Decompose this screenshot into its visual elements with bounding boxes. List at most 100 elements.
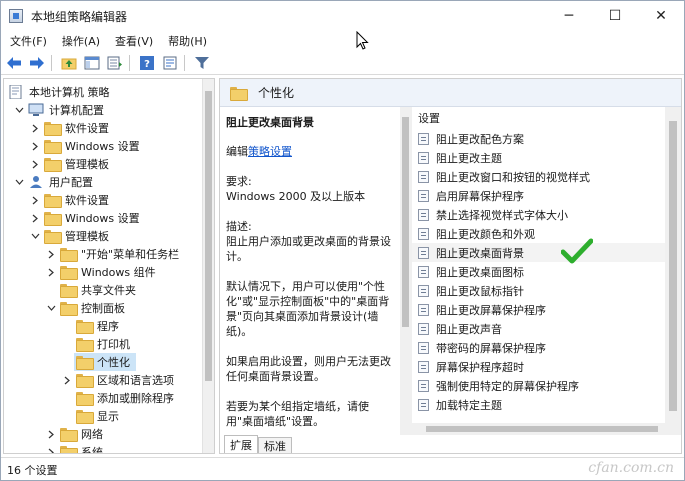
folder-icon <box>44 212 62 226</box>
menu-action[interactable]: 操作(A) <box>62 33 100 49</box>
setting-row[interactable]: 阻止更改颜色和外观 <box>412 224 665 243</box>
tree-item-user-software-settings[interactable]: 软件设置 <box>30 191 109 209</box>
tree-item-control-panel[interactable]: 控制面板 <box>46 299 125 317</box>
description-scrollbar-thumb[interactable] <box>402 117 409 327</box>
tree-item-software-settings[interactable]: 软件设置 <box>30 119 109 137</box>
tree-item-user-admin-templates[interactable]: 管理模板 <box>30 227 109 245</box>
export-list-icon[interactable] <box>105 53 125 73</box>
settings-vertical-scrollbar-thumb[interactable] <box>669 121 677 411</box>
setting-row[interactable]: 带密码的屏幕保护程序 <box>412 338 665 357</box>
setting-row[interactable]: 阻止更改鼠标指针 <box>412 281 665 300</box>
chevron-right-icon[interactable] <box>30 159 40 169</box>
chevron-right-icon[interactable] <box>46 267 56 277</box>
chevron-down-icon[interactable] <box>14 177 24 187</box>
tree-item-programs[interactable]: 程序 <box>76 317 119 335</box>
show-hide-tree-icon[interactable] <box>82 53 102 73</box>
back-icon[interactable] <box>4 53 24 73</box>
tree-item-display[interactable]: 显示 <box>76 407 119 425</box>
settings-vertical-scrollbar[interactable] <box>665 107 681 423</box>
up-folder-icon[interactable] <box>59 53 79 73</box>
computer-icon <box>28 103 44 117</box>
chevron-right-icon[interactable] <box>30 213 40 223</box>
tree-item-personalization[interactable]: 个性化 <box>74 353 136 371</box>
tree-item-label: 打印机 <box>97 338 130 351</box>
description-text: 阻止用户添加或更改桌面的背景设计。 <box>226 235 391 263</box>
tree-item-user-windows-settings[interactable]: Windows 设置 <box>30 209 140 227</box>
setting-row[interactable]: 强制使用特定的屏幕保护程序 <box>412 376 665 395</box>
forward-icon[interactable] <box>27 53 47 73</box>
tree-item-printers[interactable]: 打印机 <box>76 335 130 353</box>
tree-item-windows-components[interactable]: Windows 组件 <box>46 263 156 281</box>
chevron-right-icon[interactable] <box>30 123 40 133</box>
setting-row[interactable]: 阻止更改屏幕保护程序 <box>412 300 665 319</box>
tree-item-add-remove-programs[interactable]: 添加或删除程序 <box>76 389 174 407</box>
chevron-right-icon[interactable] <box>30 195 40 205</box>
tree-item-start-menu-taskbar[interactable]: "开始"菜单和任务栏 <box>46 245 179 263</box>
gpedit-window: 本地组策略编辑器 ─ ☐ ✕ 文件(F) 操作(A) 查看(V) 帮助(H) ?… <box>0 0 685 481</box>
setting-row[interactable]: 阻止更改桌面图标 <box>412 262 665 281</box>
chevron-right-icon[interactable] <box>46 429 56 439</box>
settings-horizontal-scrollbar-thumb[interactable] <box>426 426 658 432</box>
window-title: 本地组策略编辑器 <box>31 9 128 24</box>
tree-item-region-language[interactable]: 区域和语言选项 <box>62 371 174 389</box>
menu-help[interactable]: 帮助(H) <box>168 33 207 49</box>
setting-row[interactable]: 启用屏幕保护程序 <box>412 186 665 205</box>
tree-item-computer-config[interactable]: 计算机配置 <box>14 101 104 119</box>
check-mark-icon <box>561 238 593 264</box>
menu-file[interactable]: 文件(F) <box>10 33 47 49</box>
tab-standard[interactable]: 标准 <box>258 437 292 453</box>
tree-item-label: Windows 设置 <box>65 212 140 225</box>
setting-label: 阻止更改屏幕保护程序 <box>436 303 546 317</box>
settings-list: 设置 阻止更改配色方案 阻止更改主题 阻止更改窗口和按钮的视觉样式 启用屏幕保护… <box>412 107 665 423</box>
setting-row[interactable]: 阻止更改主题 <box>412 148 665 167</box>
description-label: 描述: <box>226 220 252 233</box>
policy-tree[interactable]: 本地计算机 策略 计算机配置 软件设置 Windows 设置 管理模板 用户配置… <box>3 78 215 454</box>
edit-policy-link[interactable]: 策略设置 <box>248 145 292 158</box>
details-header: 个性化 <box>220 79 681 107</box>
chevron-down-icon[interactable] <box>30 231 40 241</box>
setting-row-selected[interactable]: 阻止更改桌面背景 <box>412 243 665 262</box>
filter-icon[interactable] <box>192 53 212 73</box>
setting-row[interactable]: 加载特定主题 <box>412 395 665 414</box>
chevron-right-icon[interactable] <box>46 249 56 259</box>
tree-item-label: 控制面板 <box>81 302 125 315</box>
setting-row[interactable]: 阻止更改配色方案 <box>412 129 665 148</box>
setting-label: 强制使用特定的屏幕保护程序 <box>436 379 579 393</box>
setting-row[interactable]: 阻止更改窗口和按钮的视觉样式 <box>412 167 665 186</box>
tree-item-windows-settings[interactable]: Windows 设置 <box>30 137 140 155</box>
tree-scrollbar[interactable] <box>202 79 214 453</box>
minimize-button[interactable]: ─ <box>546 1 592 31</box>
help-icon[interactable]: ? <box>137 53 157 73</box>
folder-icon <box>60 248 78 262</box>
policy-setting-icon <box>418 303 429 316</box>
tree-item-user-config[interactable]: 用户配置 <box>14 173 93 191</box>
description-scrollbar[interactable] <box>400 107 412 435</box>
menu-view[interactable]: 查看(V) <box>115 33 153 49</box>
folder-open-icon <box>76 356 94 370</box>
chevron-down-icon[interactable] <box>14 105 24 115</box>
setting-row[interactable]: 屏幕保护程序超时 <box>412 357 665 376</box>
close-button[interactable]: ✕ <box>638 1 684 31</box>
tree-item-shared-folders[interactable]: 共享文件夹 <box>60 281 136 299</box>
settings-column-header[interactable]: 设置 <box>412 107 665 129</box>
folder-icon <box>60 428 78 442</box>
tree-item-system[interactable]: 系统 <box>46 443 103 453</box>
chevron-right-icon[interactable] <box>46 447 56 453</box>
settings-horizontal-scrollbar[interactable] <box>412 423 681 435</box>
maximize-button[interactable]: ☐ <box>592 1 638 31</box>
requirements-label: 要求: <box>226 175 252 188</box>
chevron-right-icon[interactable] <box>62 375 72 385</box>
chevron-right-icon[interactable] <box>30 141 40 151</box>
chevron-down-icon[interactable] <box>46 303 56 313</box>
policy-document-icon <box>8 84 24 100</box>
folder-icon <box>44 230 62 244</box>
tree-scrollbar-thumb[interactable] <box>205 91 212 381</box>
folder-icon <box>44 194 62 208</box>
tree-item-admin-templates[interactable]: 管理模板 <box>30 155 109 173</box>
properties-icon[interactable] <box>160 53 180 73</box>
setting-row[interactable]: 禁止选择视觉样式字体大小 <box>412 205 665 224</box>
tree-root[interactable]: 本地计算机 策略 <box>8 83 110 101</box>
tree-item-network[interactable]: 网络 <box>46 425 103 443</box>
tab-extended[interactable]: 扩展 <box>224 435 258 453</box>
setting-row[interactable]: 阻止更改声音 <box>412 319 665 338</box>
